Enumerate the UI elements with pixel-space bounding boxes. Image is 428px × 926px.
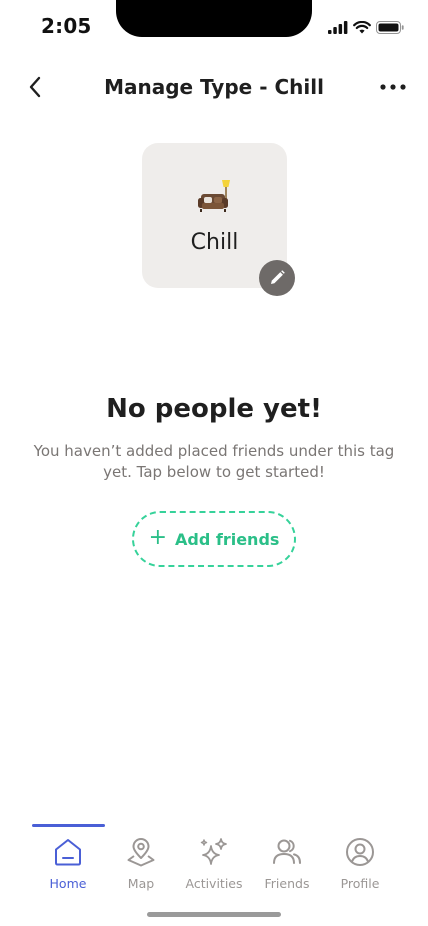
more-options-button[interactable] bbox=[378, 74, 408, 100]
more-horizontal-icon bbox=[380, 84, 406, 90]
tab-friends-label: Friends bbox=[264, 876, 310, 891]
map-pin-icon bbox=[127, 838, 155, 867]
status-bar: 2:05 bbox=[0, 0, 428, 50]
status-time: 2:05 bbox=[41, 14, 92, 38]
tab-profile[interactable]: Profile bbox=[324, 836, 396, 896]
tab-activities-label: Activities bbox=[185, 876, 243, 891]
tab-home[interactable]: Home bbox=[32, 836, 104, 896]
wifi-icon bbox=[353, 21, 371, 34]
couch-lamp-icon bbox=[142, 177, 287, 217]
tab-friends[interactable]: Friends bbox=[251, 836, 323, 896]
add-friends-label: Add friends bbox=[175, 529, 280, 549]
tab-map[interactable]: Map bbox=[105, 836, 177, 896]
edit-type-button[interactable] bbox=[259, 260, 295, 296]
navigation-bar: Manage Type - Chill bbox=[0, 62, 428, 112]
home-indicator[interactable] bbox=[147, 912, 281, 917]
empty-state-description: You haven’t added placed friends under t… bbox=[33, 442, 395, 481]
add-friends-button[interactable]: + Add friends bbox=[132, 511, 296, 567]
home-icon bbox=[55, 839, 81, 866]
profile-icon bbox=[346, 838, 374, 866]
tab-map-label: Map bbox=[127, 876, 155, 891]
type-name: Chill bbox=[190, 230, 239, 255]
pencil-icon bbox=[271, 270, 285, 284]
device-notch bbox=[116, 0, 312, 37]
plus-icon: + bbox=[148, 525, 167, 550]
tab-bar: Home Map Activities Friends Profile bbox=[0, 822, 428, 902]
friends-icon bbox=[273, 839, 301, 864]
page-title: Manage Type - Chill bbox=[104, 75, 324, 99]
tab-profile-label: Profile bbox=[340, 876, 380, 891]
signal-icon bbox=[328, 21, 348, 34]
battery-icon bbox=[376, 21, 404, 34]
empty-state-title: No people yet! bbox=[106, 394, 322, 424]
status-icons bbox=[328, 21, 404, 34]
tab-activities[interactable]: Activities bbox=[178, 836, 250, 896]
tab-home-label: Home bbox=[49, 876, 87, 891]
active-tab-indicator bbox=[32, 824, 105, 827]
sparkles-icon bbox=[200, 838, 227, 865]
